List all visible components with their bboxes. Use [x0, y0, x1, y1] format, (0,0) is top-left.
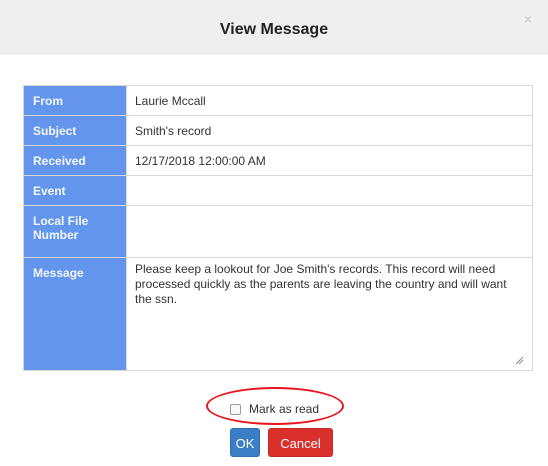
- message-detail-table: From Laurie Mccall Subject Smith's recor…: [23, 85, 533, 371]
- table-row: Received 12/17/2018 12:00:00 AM: [23, 145, 533, 176]
- message-text: Please keep a lookout for Joe Smith's re…: [135, 262, 507, 306]
- modal-title: View Message: [219, 21, 329, 38]
- table-row: Message Please keep a lookout for Joe Sm…: [23, 257, 533, 371]
- subject-label: Subject: [23, 115, 127, 146]
- table-row: Local File Number: [23, 205, 533, 258]
- local-file-number-value: [126, 205, 533, 258]
- local-file-number-label: Local File Number: [23, 205, 127, 258]
- mark-as-read-control[interactable]: Mark as read: [230, 401, 319, 417]
- resize-grip-icon[interactable]: [514, 355, 524, 365]
- event-label: Event: [23, 175, 127, 206]
- message-cell: Please keep a lookout for Joe Smith's re…: [126, 257, 533, 371]
- mark-as-read-label: Mark as read: [249, 402, 320, 416]
- close-icon[interactable]: ×: [520, 11, 536, 27]
- table-row: Event: [23, 175, 533, 206]
- received-label: Received: [23, 145, 127, 176]
- from-value: Laurie Mccall: [126, 85, 533, 116]
- ok-button[interactable]: OK: [230, 428, 260, 457]
- cancel-button[interactable]: Cancel: [268, 428, 333, 457]
- message-textarea[interactable]: Please keep a lookout for Joe Smith's re…: [135, 262, 525, 366]
- mark-as-read-checkbox[interactable]: [230, 403, 241, 415]
- table-row: From Laurie Mccall: [23, 85, 533, 116]
- message-label: Message: [23, 257, 127, 371]
- modal-header: View Message ×: [0, 0, 548, 55]
- event-value: [126, 175, 533, 206]
- table-row: Subject Smith's record: [23, 115, 533, 146]
- received-value: 12/17/2018 12:00:00 AM: [126, 145, 533, 176]
- subject-value: Smith's record: [126, 115, 533, 146]
- from-label: From: [23, 85, 127, 116]
